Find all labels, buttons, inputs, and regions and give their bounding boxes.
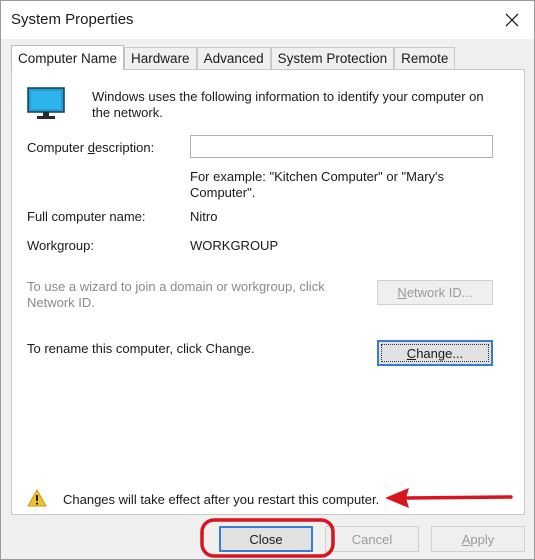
tab-advanced[interactable]: Advanced	[196, 47, 271, 69]
system-properties-window: System Properties Computer Name Hardware…	[0, 0, 535, 560]
change-button[interactable]: Change...	[377, 340, 493, 366]
warning-icon	[27, 489, 47, 507]
info-text-line2: the network.	[92, 105, 163, 120]
tab-computer-name[interactable]: Computer Name	[11, 45, 125, 70]
annotation-circle	[200, 518, 335, 558]
apply-button[interactable]: Apply	[431, 526, 525, 552]
network-id-button[interactable]: Network ID...	[377, 280, 493, 305]
full-name-value: Nitro	[190, 209, 218, 224]
full-name-label: Full computer name:	[27, 209, 146, 224]
network-text-line1: To use a wizard to join a domain or work…	[27, 279, 325, 294]
tab-strip: Computer Name Hardware Advanced System P…	[11, 45, 456, 70]
info-text-line1: Windows uses the following information t…	[92, 89, 484, 104]
cancel-button[interactable]: Cancel	[325, 526, 419, 552]
description-label: Computer description:	[27, 140, 155, 155]
tab-system-protection[interactable]: System Protection	[270, 47, 395, 69]
close-icon	[505, 13, 519, 27]
title-bar: System Properties	[1, 1, 534, 39]
annotation-arrow	[385, 488, 513, 508]
workgroup-value: WORKGROUP	[190, 238, 279, 253]
network-text-line2: Network ID.	[27, 295, 95, 310]
rename-text: To rename this computer, click Change.	[27, 341, 255, 356]
workgroup-label: Workgroup:	[27, 238, 94, 253]
computer-description-input[interactable]	[190, 135, 493, 158]
monitor-icon	[27, 87, 65, 119]
close-window-button[interactable]	[490, 1, 534, 39]
restart-warning-text: Changes will take effect after you resta…	[63, 492, 380, 507]
tab-remote[interactable]: Remote	[394, 47, 456, 69]
window-title: System Properties	[11, 11, 134, 28]
description-hint-line2: Computer".	[190, 185, 256, 200]
description-hint-line1: For example: "Kitchen Computer" or "Mary…	[190, 169, 445, 184]
tab-hardware[interactable]: Hardware	[124, 47, 197, 69]
